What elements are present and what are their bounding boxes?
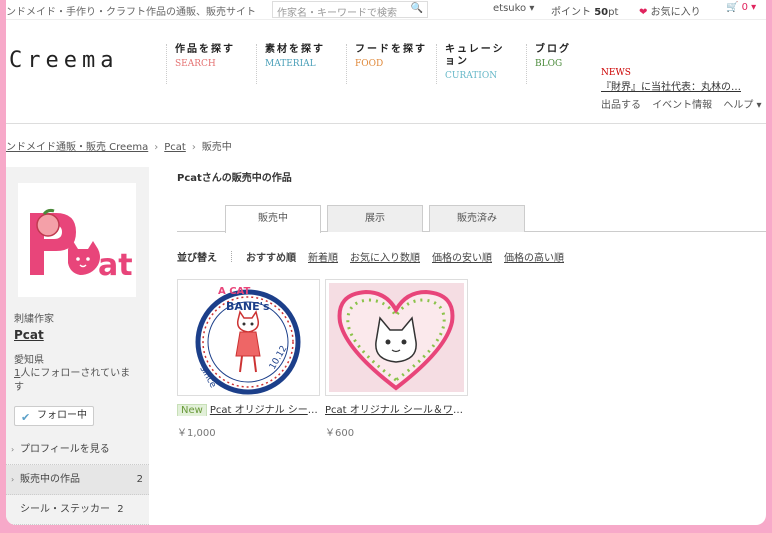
event-info-link[interactable]: イベント情報 xyxy=(652,100,712,111)
new-badge: New xyxy=(177,404,207,416)
sell-link[interactable]: 出品する xyxy=(601,100,641,111)
sort-bar: 並び替え おすすめ順 新着順 お気に入り数順 価格の安い順 価格の高い順 xyxy=(177,249,576,264)
nav-curation-label: キュレーション xyxy=(445,44,505,67)
nav-search-label: 作品を探す xyxy=(175,44,235,55)
svg-text:BANE's: BANE's xyxy=(226,300,270,313)
favorites-label: お気に入り xyxy=(650,7,701,18)
creator-role: 刺繍作家 xyxy=(14,314,54,325)
nav-food-sub: FOOD xyxy=(355,59,384,69)
user-menu[interactable]: etsuko ▾ xyxy=(493,3,534,14)
search-placeholder: 作家名・キーワードで検索 xyxy=(277,8,397,19)
sort-price-low[interactable]: 価格の安い順 xyxy=(432,253,492,264)
product-price: ￥600 xyxy=(325,428,355,439)
status-tabs: 販売中 展示 販売済み xyxy=(177,205,766,233)
tab-sold[interactable]: 販売済み xyxy=(429,205,525,232)
nav-search-sub: SEARCH xyxy=(175,59,216,69)
sidebar-item-label: シール・ステッカー xyxy=(20,504,110,515)
follower-info: 1人にフォローされています xyxy=(14,367,139,395)
svg-text:A CAT: A CAT xyxy=(218,286,251,297)
news-headline[interactable]: 『財界』に当社代表：丸林の… xyxy=(601,78,761,93)
top-utility-bar: ンドメイド・手作り・クラフト作品の通販、販売サイト 作家名・キーワードで検索 🔍… xyxy=(6,0,766,20)
sort-newest[interactable]: 新着順 xyxy=(308,253,338,264)
sort-favorites[interactable]: お気に入り数順 xyxy=(350,253,420,264)
follow-button[interactable]: ✔ フォロー中 xyxy=(14,406,94,426)
points-unit: pt xyxy=(608,7,619,18)
follow-button-label: フォロー中 xyxy=(37,410,87,421)
cart-count: 0 ▾ xyxy=(741,2,757,13)
chevron-right-icon: › xyxy=(11,445,15,454)
creator-sidebar: at 刺繍作家 Pcat 愛知県 1人にフォローされています ✔ フォロー中 ›… xyxy=(6,167,149,525)
nav-blog-label: ブログ xyxy=(535,44,571,55)
user-check-icon: ✔ xyxy=(21,411,31,424)
chevron-right-icon: › xyxy=(154,142,159,153)
page-frame: ンドメイド・手作り・クラフト作品の通販、販売サイト 作家名・キーワードで検索 🔍… xyxy=(6,0,766,525)
nav-curation[interactable]: キュレーション CURATION xyxy=(436,44,516,84)
points-link[interactable]: ポイント 50pt xyxy=(551,3,618,18)
page-title: Pcatさんの販売中の作品 xyxy=(177,173,292,184)
product-image[interactable] xyxy=(325,279,468,396)
help-menu[interactable]: ヘルプ ▾ xyxy=(723,100,761,111)
sidebar-item-stickers[interactable]: シール・ステッカー 2 xyxy=(6,495,149,525)
nav-food-label: フードを探す xyxy=(355,44,427,55)
nav-curation-sub: CURATION xyxy=(445,71,498,81)
points-label: ポイント xyxy=(551,7,591,18)
sidebar-item-label: 販売中の作品 xyxy=(20,474,80,485)
chevron-right-icon: › xyxy=(191,142,196,153)
tab-exhibit[interactable]: 展示 xyxy=(327,205,423,232)
site-header: Creema 作品を探す SEARCH 素材を探す MATERIAL フードを探… xyxy=(6,20,766,124)
product-image[interactable]: BANE's A CAT since 10.12 xyxy=(177,279,320,396)
sidebar-item-count: 2 xyxy=(136,474,143,485)
nav-search[interactable]: 作品を探す SEARCH xyxy=(166,44,254,84)
breadcrumb: ンドメイド通販・販売 Creema › Pcat › 販売中 xyxy=(6,138,232,153)
nav-blog-sub: BLOG xyxy=(535,59,563,69)
cart-link[interactable]: 🛒 0 ▾ xyxy=(726,2,756,13)
product-title-text[interactable]: Pcat オリジナル シール… xyxy=(210,405,320,416)
news-label: NEWS xyxy=(601,68,631,78)
site-tagline: ンドメイド・手作り・クラフト作品の通販、販売サイト xyxy=(6,7,256,18)
breadcrumb-home[interactable]: ンドメイド通販・販売 Creema xyxy=(6,142,148,153)
sidebar-item-label: プロフィールを見る xyxy=(20,444,110,455)
header-sublinks: 出品する イベント情報 ヘルプ ▾ xyxy=(601,96,766,111)
nav-material-sub: MATERIAL xyxy=(265,59,316,69)
search-input[interactable]: 作家名・キーワードで検索 🔍 xyxy=(272,1,428,19)
product-price: ￥1,000 xyxy=(177,428,216,439)
nav-material[interactable]: 素材を探す MATERIAL xyxy=(256,44,344,84)
nav-food[interactable]: フードを探す FOOD xyxy=(346,44,434,84)
nav-blog[interactable]: ブログ BLOG xyxy=(526,44,606,84)
tab-on-sale[interactable]: 販売中 xyxy=(225,205,321,233)
sidebar-item-count: 2 xyxy=(117,504,124,515)
breadcrumb-creator[interactable]: Pcat xyxy=(164,142,186,153)
sort-price-high[interactable]: 価格の高い順 xyxy=(504,253,564,264)
chevron-right-icon: › xyxy=(11,475,15,484)
sidebar-item-profile[interactable]: › プロフィールを見る xyxy=(6,435,149,465)
svg-text:at: at xyxy=(98,248,133,283)
cart-icon: 🛒 xyxy=(726,2,739,13)
product-title-text[interactable]: Pcat オリジナル シール＆ワッ… xyxy=(325,405,468,416)
product-card[interactable]: Pcat オリジナル シール＆ワッ… ￥600 xyxy=(325,279,468,439)
heart-icon: ❤ xyxy=(639,7,648,18)
breadcrumb-current: 販売中 xyxy=(201,142,232,153)
followers-text: 人にフォローされています xyxy=(14,368,131,393)
search-icon[interactable]: 🔍 xyxy=(411,3,423,14)
product-title[interactable]: Pcat オリジナル シール＆ワッ… xyxy=(325,401,468,416)
nav-material-label: 素材を探す xyxy=(265,44,325,55)
favorites-link[interactable]: ❤ お気に入り xyxy=(639,3,701,18)
divider xyxy=(231,251,232,262)
creator-avatar[interactable]: at xyxy=(18,183,136,297)
sort-recommended[interactable]: おすすめ順 xyxy=(246,253,296,264)
sort-label: 並び替え xyxy=(177,253,217,264)
product-card[interactable]: BANE's A CAT since 10.12 New Pcat オリジナル シ… xyxy=(177,279,320,439)
creator-prefecture: 愛知県 xyxy=(14,355,44,366)
points-value: 50 xyxy=(594,7,609,18)
product-title[interactable]: New Pcat オリジナル シール… xyxy=(177,401,320,416)
news-ticker[interactable]: NEWS 『財界』に当社代表：丸林の… xyxy=(601,68,761,93)
creator-name[interactable]: Pcat xyxy=(14,328,44,342)
creema-logo[interactable]: Creema xyxy=(9,48,118,73)
sidebar-item-on-sale[interactable]: › 販売中の作品 2 xyxy=(6,465,149,495)
